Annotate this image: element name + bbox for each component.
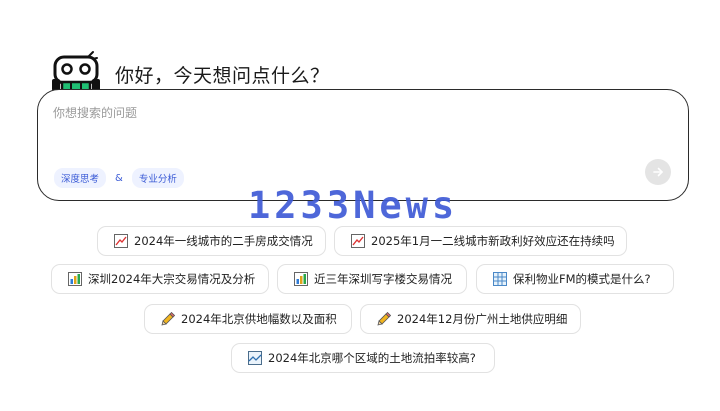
suggestion-chip[interactable]: 深圳2024年大宗交易情况及分析 xyxy=(51,264,269,294)
suggestion-label: 近三年深圳写字楼交易情况 xyxy=(314,272,452,286)
arrow-right-icon xyxy=(653,167,663,177)
watermark: 1233News xyxy=(248,184,459,227)
suggestion-chip[interactable]: 近三年深圳写字楼交易情况 xyxy=(277,264,467,294)
suggestion-chip[interactable]: 2024年北京哪个区域的土地流拍率较高? xyxy=(231,343,495,373)
professional-analysis-toggle[interactable]: 专业分析 xyxy=(131,168,184,188)
suggestion-label: 保利物业FM的模式是什么? xyxy=(513,272,651,286)
trend-chart-icon xyxy=(114,234,128,248)
mode-separator: & xyxy=(115,172,123,184)
suggestion-chip[interactable]: 保利物业FM的模式是什么? xyxy=(476,264,674,294)
trend-chart-icon xyxy=(351,234,365,248)
greeting-title: 你好，今天想问点什么？ xyxy=(115,64,330,87)
suggestion-label: 2024年12月份广州土地供应明细 xyxy=(397,312,568,326)
suggestion-label: 深圳2024年大宗交易情况及分析 xyxy=(88,272,256,286)
suggestion-label: 2024年北京供地幅数以及面积 xyxy=(181,312,337,326)
bar-chart-icon xyxy=(68,272,82,286)
suggestion-label: 2025年1月一二线城市新政利好效应还在持续吗 xyxy=(371,234,615,248)
suggestion-chip[interactable]: 2024年北京供地幅数以及面积 xyxy=(144,304,352,334)
pencil-icon xyxy=(377,312,391,326)
suggestion-chip[interactable]: 2024年一线城市的二手房成交情况 xyxy=(97,226,326,256)
deep-thinking-toggle[interactable]: 深度思考 xyxy=(54,168,107,188)
suggestion-label: 2024年一线城市的二手房成交情况 xyxy=(134,234,313,248)
suggestion-chip[interactable]: 2024年12月份广州土地供应明细 xyxy=(360,304,581,334)
bar-chart-icon xyxy=(294,272,308,286)
search-input[interactable] xyxy=(53,106,613,120)
grid-table-icon xyxy=(493,272,507,286)
suggestion-label: 2024年北京哪个区域的土地流拍率较高? xyxy=(268,351,476,365)
mode-tags: 深度思考 & 专业分析 xyxy=(54,168,184,188)
image-chart-icon xyxy=(248,351,262,365)
suggestion-chip[interactable]: 2025年1月一二线城市新政利好效应还在持续吗 xyxy=(334,226,627,256)
send-button[interactable] xyxy=(645,159,671,185)
pencil-icon xyxy=(161,312,175,326)
